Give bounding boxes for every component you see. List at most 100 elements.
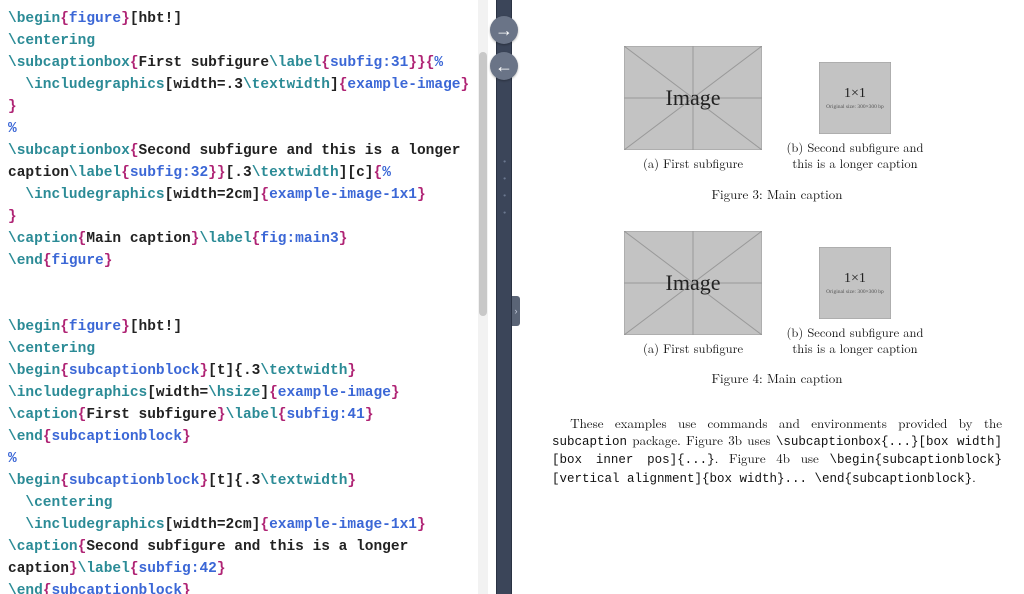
image-tiny-label: Original size: 300×300 bp [826, 289, 884, 295]
token-comment: % [8, 121, 17, 137]
token-cmd: \label [269, 55, 321, 71]
text: . Figure 4b use [715, 448, 830, 467]
token-brace: { [130, 143, 139, 159]
subfigure-3a: Image (a) First subfigure [624, 46, 762, 172]
code-line[interactable]: \includegraphics[width=2cm]{example-imag… [8, 514, 482, 536]
token-brace: } [217, 561, 226, 577]
token-brace: } [104, 253, 113, 269]
token-opt: ][c] [339, 165, 374, 181]
pane-divider[interactable]: • • • • › → ← [490, 0, 518, 594]
code-line[interactable]: \centering [8, 338, 482, 360]
sync-right-button[interactable]: → [490, 16, 518, 44]
code-line[interactable]: % [8, 448, 482, 470]
token-brace: { [269, 385, 278, 401]
image-tiny-label: Original size: 300×300 bp [826, 104, 884, 110]
code-line[interactable]: } [8, 206, 482, 228]
code-line[interactable] [8, 272, 482, 294]
token-brace: } [121, 319, 130, 335]
pdf-preview[interactable]: Image (a) First subfigure 1×1 Original s… [518, 0, 1024, 594]
code-line[interactable]: \subcaptionbox{First subfigure\label{sub… [8, 52, 482, 74]
source-editor[interactable]: \begin{figure}[hbt!]\centering\subcaptio… [0, 0, 490, 594]
code-line[interactable]: \end{subcaptionblock} [8, 426, 482, 448]
token-cmd: \subcaptionbox [8, 143, 130, 159]
example-image-3a: Image [624, 46, 762, 150]
token-cmd: \textwidth [260, 473, 347, 489]
token-cmd: \textwidth [252, 165, 339, 181]
token-brace: } [339, 231, 348, 247]
code-line[interactable]: \centering [8, 30, 482, 52]
token-cmd: \begin [8, 363, 60, 379]
arrow-right-icon: → [495, 20, 513, 41]
code-line[interactable]: % [8, 118, 482, 140]
code-line[interactable]: \includegraphics[width=.3\textwidth]{exa… [8, 74, 482, 96]
subfigure-4a: Image (a) First subfigure [624, 231, 762, 357]
caption-fig3: Figure 3: Main caption [552, 184, 1002, 203]
code-line[interactable] [8, 294, 482, 316]
token-comment: % [382, 165, 391, 181]
token-brace: { [130, 561, 139, 577]
code-line[interactable]: \caption{Second subfigure and this is a … [8, 536, 482, 580]
token-brace: { [121, 165, 130, 181]
token-param: subfig:42 [139, 561, 217, 577]
arrow-left-icon: ← [495, 56, 513, 77]
sync-left-button[interactable]: ← [490, 52, 518, 80]
code-inline: subcaption [552, 435, 627, 449]
token-param: example-image-1x1 [269, 187, 417, 203]
token-cmd: \subcaptionbox [8, 55, 130, 71]
token-param: subcaptionblock [69, 363, 200, 379]
code-line[interactable]: \caption{First subfigure}\label{subfig:4… [8, 404, 482, 426]
caption-3b: (b) Second subfigure and this is a longe… [780, 140, 930, 171]
code-line[interactable]: \centering [8, 492, 482, 514]
token-brace: } [8, 209, 17, 225]
token-cmd: \label [199, 231, 251, 247]
token-brace: { [321, 55, 330, 71]
token-brace: } [217, 407, 226, 423]
token-cmd: \includegraphics [25, 77, 164, 93]
chevron-right-icon: › [515, 306, 518, 316]
code-line[interactable]: \includegraphics[width=\hsize]{example-i… [8, 382, 482, 404]
code-line[interactable]: \includegraphics[width=2cm]{example-imag… [8, 184, 482, 206]
code-line[interactable]: \begin{subcaptionblock}[t]{.3\textwidth} [8, 360, 482, 382]
code-line[interactable]: \begin{figure}[hbt!] [8, 8, 482, 30]
token-cmd: \centering [25, 495, 112, 511]
image-label: Image [666, 270, 721, 296]
token-brace: } [121, 11, 130, 27]
editor-scrollthumb[interactable] [479, 52, 487, 316]
token-brace: { [260, 517, 269, 533]
token-cmd: \includegraphics [8, 385, 147, 401]
token-cmd: \includegraphics [25, 187, 164, 203]
paragraph: These examples use commands and environm… [552, 415, 1002, 487]
image-label: Image [666, 85, 721, 111]
code-line[interactable]: \subcaptionbox{Second subfigure and this… [8, 140, 482, 184]
token-brace: } [182, 583, 191, 594]
code-line[interactable]: \end{subcaptionblock} [8, 580, 482, 594]
token-brace: } [182, 429, 191, 445]
caption-4b: (b) Second subfigure and this is a longe… [780, 325, 930, 356]
token-brace: } [199, 473, 208, 489]
token-opt [8, 495, 25, 511]
token-cmd: \textwidth [243, 77, 330, 93]
token-brace: }} [208, 165, 225, 181]
token-cmd: \end [8, 429, 43, 445]
token-cmd: \label [78, 561, 130, 577]
text: . [972, 467, 976, 486]
token-opt: [width=2cm] [165, 187, 261, 203]
caption-4a: (a) First subfigure [624, 341, 762, 357]
code-line[interactable]: } [8, 96, 482, 118]
token-brace: } [391, 385, 400, 401]
figure-3: Image (a) First subfigure 1×1 Original s… [552, 46, 1002, 203]
expand-tab[interactable]: › [512, 296, 520, 326]
token-param: subcaptionblock [52, 429, 183, 445]
editor-scrollbar[interactable] [478, 0, 488, 594]
code-line[interactable]: \caption{Main caption}\label{fig:main3} [8, 228, 482, 250]
token-cmd: \end [8, 583, 43, 594]
code-line[interactable]: \begin{figure}[hbt!] [8, 316, 482, 338]
code-line[interactable]: \end{figure} [8, 250, 482, 272]
code-line[interactable]: \begin{subcaptionblock}[t]{.3\textwidth} [8, 470, 482, 492]
figure-4-row: Image (a) First subfigure 1×1 Original s… [552, 231, 1002, 357]
token-comment: % [434, 55, 443, 71]
code-content[interactable]: \begin{figure}[hbt!]\centering\subcaptio… [0, 0, 490, 594]
token-brace: { [130, 55, 139, 71]
subfigure-3b: 1×1 Original size: 300×300 bp (b) Second… [780, 62, 930, 171]
token-brace: } [365, 407, 374, 423]
